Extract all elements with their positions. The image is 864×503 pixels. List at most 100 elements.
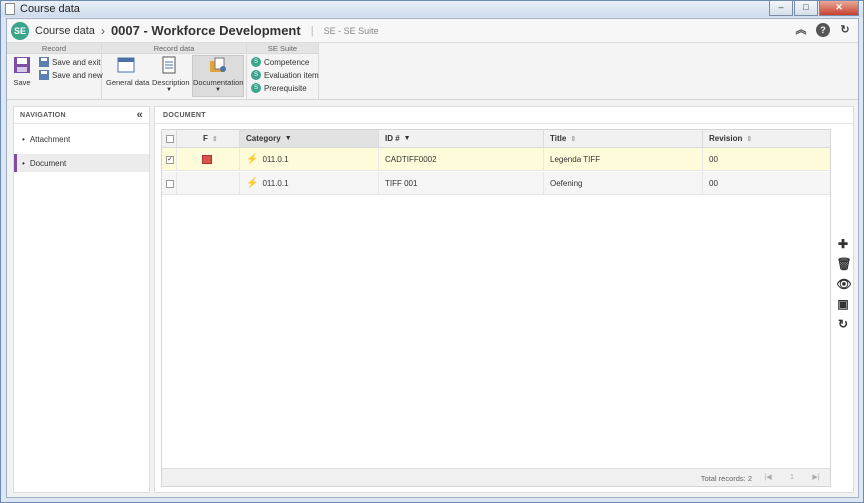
chevron-right-icon: ›: [100, 23, 105, 38]
breadcrumb[interactable]: Course data: [35, 25, 95, 37]
sort-desc-icon: ▼: [403, 135, 411, 142]
add-icon[interactable]: ✚: [837, 238, 850, 251]
se-suite-icon: S: [251, 57, 261, 67]
nav-item-label: Attachment: [29, 134, 71, 144]
column-header-f[interactable]: F ⇕: [177, 130, 240, 147]
save-and-new-button[interactable]: Save and new: [39, 70, 103, 80]
refresh-icon[interactable]: ↻: [838, 23, 852, 37]
table-row[interactable]: ✓ ⚡ 011.0.1 CADTIFF0002 Legenda TIFF 00: [162, 148, 830, 171]
bullet-icon: •: [22, 134, 25, 144]
table-row[interactable]: ⚡ 011.0.1 TIFF 001 Oefening 00: [162, 172, 830, 195]
window-form-icon: [117, 57, 135, 73]
column-header-title[interactable]: Title ⇕: [544, 130, 703, 147]
competence-button[interactable]: S Competence: [251, 57, 309, 67]
nav-item-document[interactable]: • Document: [14, 154, 149, 172]
next-page-icon[interactable]: ▶|: [804, 470, 828, 485]
ribbon-group-title: Record: [7, 43, 101, 54]
column-label: Revision: [709, 134, 743, 143]
ribbon-group-title: SE Suite: [247, 43, 318, 54]
category-cell: ⚡ 011.0.1: [240, 148, 379, 171]
save-exit-icon: [39, 57, 49, 67]
documentation-label: Documentation: [193, 78, 244, 87]
dropdown-caret-icon: ▼: [215, 87, 221, 93]
se-suite-icon: S: [251, 83, 261, 93]
collapse-up-icon[interactable]: ︽: [794, 23, 808, 37]
dropdown-caret-icon: ▼: [166, 87, 172, 93]
sort-icon: ⇕: [211, 135, 218, 143]
grid-header: F ⇕ Category ▼ ID # ▼ Title ⇕ Revision ⇕: [162, 130, 830, 148]
save-and-exit-button[interactable]: Save and exit: [39, 57, 100, 67]
column-header-revision[interactable]: Revision ⇕: [703, 130, 830, 147]
first-page-icon[interactable]: |◀: [756, 470, 780, 485]
eye-icon[interactable]: 👁: [837, 278, 852, 291]
sort-icon: ⇕: [746, 135, 753, 143]
view-document-icon[interactable]: ▣: [837, 298, 850, 311]
window-titlebar: Course data – □ ✕: [1, 1, 863, 17]
document-title: DOCUMENT: [163, 111, 206, 119]
evaluation-item-button[interactable]: S Evaluation item: [251, 70, 319, 80]
general-data-button[interactable]: General data: [106, 56, 150, 87]
file-cell: [177, 148, 240, 171]
title-cell: Oefening: [544, 172, 703, 195]
page-header: SE Course data › 0007 - Workforce Develo…: [7, 19, 858, 43]
row-checkbox[interactable]: ✓: [166, 155, 174, 164]
evaluation-item-label: Evaluation item: [264, 70, 319, 80]
ribbon-group-record: Record Save Save and exit Save and new: [7, 43, 103, 100]
id-cell: CADTIFF0002: [379, 148, 544, 171]
page-title: 0007 - Workforce Development: [110, 23, 301, 38]
help-icon[interactable]: ?: [816, 23, 830, 37]
ribbon-group-se-suite: SE Suite S Competence S Evaluation item …: [247, 43, 319, 100]
refresh-icon[interactable]: ↻: [837, 318, 850, 331]
file-image-icon: [202, 155, 212, 164]
ribbon-group-title: Record data: [102, 43, 246, 54]
bullet-icon: •: [22, 158, 25, 168]
competence-label: Competence: [264, 57, 310, 67]
prerequisite-button[interactable]: S Prerequisite: [251, 83, 307, 93]
column-label: ID #: [385, 134, 400, 143]
documentation-button[interactable]: Documentation ▼: [192, 55, 244, 97]
sort-desc-icon: ▼: [284, 135, 292, 142]
ribbon-group-record-data: Record data General data Description ▼ D…: [102, 43, 247, 100]
navigation-title: NAVIGATION: [20, 111, 66, 119]
collapse-left-icon[interactable]: «: [137, 109, 143, 121]
revision-cell: 00: [709, 179, 718, 188]
file-cell: [177, 172, 240, 195]
app-logo-icon: SE: [11, 21, 29, 40]
category-value: 011.0.1: [262, 179, 289, 188]
prerequisite-label: Prerequisite: [264, 83, 307, 93]
document-header: DOCUMENT: [155, 107, 853, 124]
column-header-category[interactable]: Category ▼: [240, 130, 379, 147]
revision-cell: 00: [709, 155, 718, 164]
minimize-button[interactable]: –: [769, 1, 793, 16]
nav-item-attachment[interactable]: • Attachment: [14, 130, 149, 148]
title-cell: Legenda TIFF: [544, 148, 703, 171]
general-data-label: General data: [106, 78, 150, 87]
column-header-id[interactable]: ID # ▼: [379, 130, 544, 147]
description-button[interactable]: Description ▼: [152, 56, 190, 93]
close-window-button[interactable]: ✕: [819, 1, 859, 16]
notepad-icon: [162, 56, 176, 74]
suite-label: SE - SE Suite: [323, 25, 379, 36]
folder-documents-icon: [210, 57, 226, 72]
save-button[interactable]: Save: [11, 56, 33, 87]
row-checkbox-cell: ✓: [162, 148, 177, 171]
select-all-checkbox[interactable]: [166, 134, 174, 143]
trash-icon[interactable]: 🗑: [837, 258, 852, 271]
navigation-header: NAVIGATION «: [14, 107, 149, 124]
save-label: Save: [13, 78, 31, 87]
ribbon-toolbar: Record Save Save and exit Save and new R…: [7, 43, 858, 100]
pagination: |◀ 1 ▶|: [756, 470, 828, 485]
id-cell: TIFF 001: [379, 172, 544, 195]
application-window: Course data – □ ✕ SE Course data › 0007 …: [0, 0, 864, 503]
floppy-disk-icon: [14, 57, 30, 73]
page-number[interactable]: 1: [780, 470, 804, 485]
row-checkbox[interactable]: [166, 179, 174, 188]
column-label: Title: [550, 134, 567, 143]
window-title: Course data: [20, 3, 80, 15]
se-suite-icon: S: [251, 70, 261, 80]
maximize-button[interactable]: □: [794, 1, 818, 16]
category-value: 011.0.1: [262, 155, 289, 164]
description-label: Description: [152, 78, 190, 87]
save-and-exit-label: Save and exit: [52, 57, 101, 67]
document-icon: [5, 3, 15, 15]
